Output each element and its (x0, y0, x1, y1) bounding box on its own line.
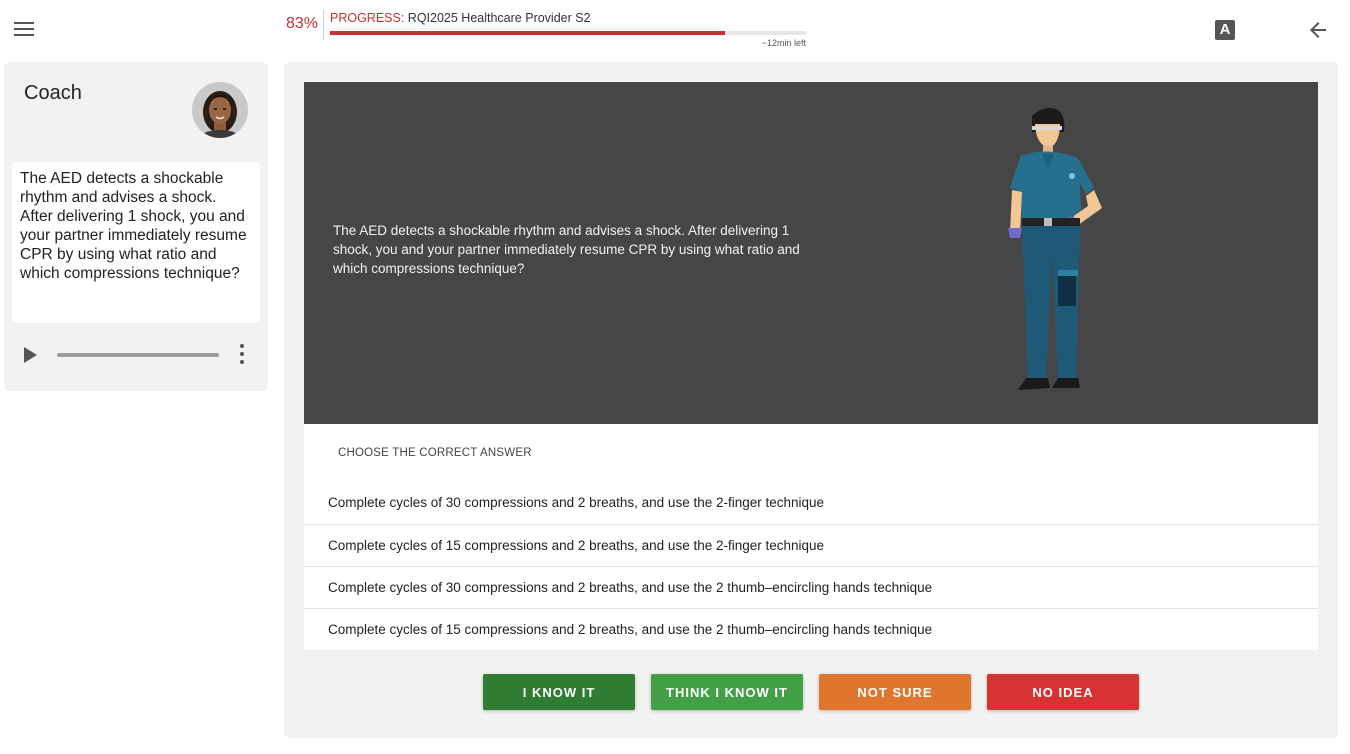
coach-message: The AED detects a shockable rhythm and a… (12, 162, 260, 323)
arrow-left-icon[interactable] (1306, 18, 1330, 42)
progress-percent: 83% (286, 15, 319, 32)
audio-progress-slider[interactable] (57, 353, 219, 357)
play-icon[interactable] (22, 346, 38, 364)
paramedic-illustration (1008, 108, 1102, 390)
i-know-it-button[interactable]: I KNOW IT (483, 674, 635, 710)
progress-label: PROGRESS: RQI2025 Healthcare Provider S2 (330, 11, 591, 25)
scenario-scene: The AED detects a shockable rhythm and a… (304, 82, 1318, 424)
answer-option-3[interactable]: Complete cycles of 30 compressions and 2… (304, 566, 1318, 608)
answer-option-2[interactable]: Complete cycles of 15 compressions and 2… (304, 524, 1318, 566)
choose-answer-label: CHOOSE THE CORRECT ANSWER (338, 447, 532, 459)
question-panel: The AED detects a shockable rhythm and a… (284, 62, 1338, 738)
hamburger-menu-icon[interactable] (14, 22, 34, 38)
progress-key: PROGRESS: (330, 11, 405, 25)
think-i-know-it-button[interactable]: THINK I KNOW IT (651, 674, 803, 710)
coach-panel: Coach The AED detects a shockable rhythm… (4, 62, 268, 391)
font-size-icon[interactable]: A (1215, 20, 1235, 40)
not-sure-button[interactable]: NOT SURE (819, 674, 971, 710)
progress-course-name: RQI2025 Healthcare Provider S2 (404, 11, 591, 25)
answer-list: CHOOSE THE CORRECT ANSWER Complete cycle… (304, 424, 1318, 650)
progress-divider (323, 10, 324, 40)
answer-option-1[interactable]: Complete cycles of 30 compressions and 2… (304, 482, 1318, 524)
progress-bar-fill (330, 31, 726, 35)
time-left: ~12min left (761, 38, 806, 48)
scenario-question-text: The AED detects a shockable rhythm and a… (333, 223, 800, 276)
answer-option-4[interactable]: Complete cycles of 15 compressions and 2… (304, 608, 1318, 650)
no-idea-button[interactable]: NO IDEA (987, 674, 1139, 710)
coach-avatar (192, 82, 248, 138)
coach-title: Coach (24, 82, 82, 104)
more-vertical-icon[interactable] (238, 344, 246, 368)
progress-bar (330, 31, 806, 35)
top-bar: 83% PROGRESS: RQI2025 Healthcare Provide… (0, 0, 1350, 58)
